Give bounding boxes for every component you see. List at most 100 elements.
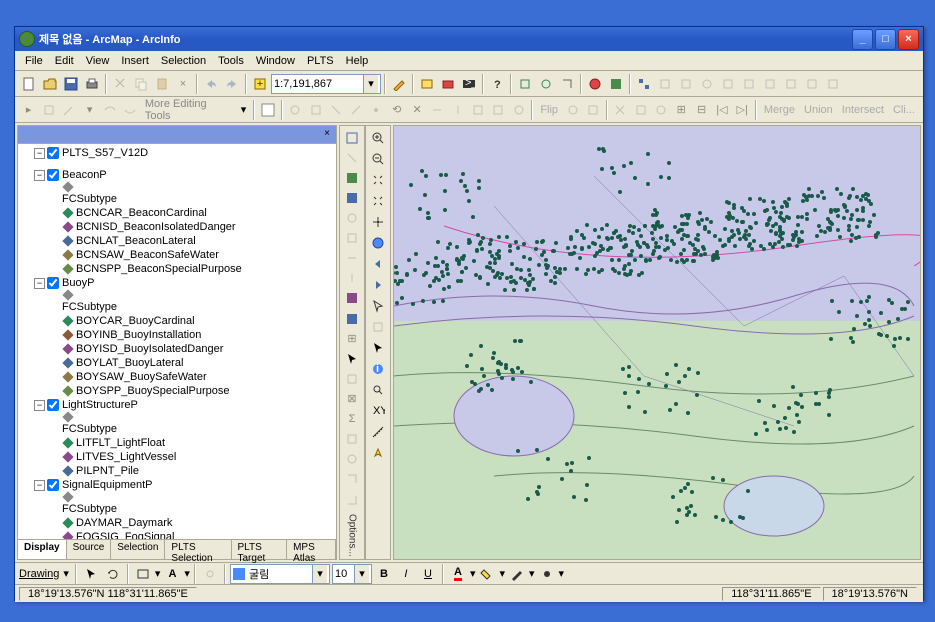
measure-button[interactable]: [368, 422, 388, 442]
tree-toggle[interactable]: −: [34, 480, 45, 491]
layer-label[interactable]: BOYLAT_BuoyLateral: [76, 357, 183, 369]
undo-button[interactable]: [201, 74, 221, 94]
layer-label[interactable]: LITVES_LightVessel: [76, 451, 176, 463]
layer-label[interactable]: BCNLAT_BeaconLateral: [76, 235, 196, 247]
geo-btn-3[interactable]: [651, 100, 670, 120]
vt1-btn-10[interactable]: [342, 309, 362, 328]
edit-btn-d[interactable]: [347, 100, 366, 120]
layer-label[interactable]: BCNISD_BeaconIsolatedDanger: [76, 221, 236, 233]
cut-button[interactable]: [110, 74, 130, 94]
identify-button[interactable]: i: [368, 359, 388, 379]
new-button[interactable]: [19, 74, 39, 94]
edit-btn-i[interactable]: [448, 100, 467, 120]
full-extent-button[interactable]: [368, 233, 388, 253]
open-button[interactable]: [40, 74, 60, 94]
layer-checkbox[interactable]: [47, 147, 59, 159]
arctoolbox-button[interactable]: [438, 74, 458, 94]
vt1-btn-3[interactable]: [342, 168, 362, 187]
edit-btn-e[interactable]: [367, 100, 386, 120]
close-button[interactable]: ×: [898, 29, 919, 50]
edit-btn-l[interactable]: [509, 100, 528, 120]
edit-btn-c[interactable]: [326, 100, 345, 120]
vt1-btn-18[interactable]: [342, 490, 362, 509]
layer-checkbox[interactable]: [47, 479, 59, 491]
map-canvas[interactable]: [393, 125, 921, 560]
font-combo[interactable]: 굴림 ▾: [230, 564, 330, 584]
tab-mps-atlas[interactable]: MPS Atlas: [287, 540, 336, 559]
layer-label[interactable]: BCNSPP_BeaconSpecialPurpose: [76, 263, 242, 275]
toc-close-button[interactable]: ×: [320, 128, 334, 142]
redo-button[interactable]: [222, 74, 242, 94]
add-data-button[interactable]: +: [250, 74, 270, 94]
tab-source[interactable]: Source: [67, 540, 112, 559]
tab-plts-target[interactable]: PLTS Target: [232, 540, 288, 559]
edit-btn-a[interactable]: [286, 100, 305, 120]
rotate-tool[interactable]: [103, 564, 123, 584]
delete-button[interactable]: ×: [173, 74, 193, 94]
vt1-btn-12[interactable]: [342, 369, 362, 388]
marker-color-button[interactable]: [537, 564, 557, 584]
tool-button-8[interactable]: [676, 74, 696, 94]
clear-selection-button[interactable]: [368, 317, 388, 337]
vt1-btn-13[interactable]: ⊠: [342, 389, 362, 408]
tab-plts-selection[interactable]: PLTS Selection: [165, 540, 231, 559]
geo-btn-2[interactable]: [631, 100, 650, 120]
vt1-btn-17[interactable]: [342, 470, 362, 489]
checkbox-toggle[interactable]: [258, 100, 277, 120]
layer-checkbox[interactable]: [47, 277, 59, 289]
layer-label[interactable]: FOGSIG_FogSignal: [76, 531, 174, 539]
tree-toggle[interactable]: −: [34, 278, 45, 289]
vt1-btn-8[interactable]: [342, 269, 362, 288]
vt1-btn-1[interactable]: [342, 128, 362, 147]
tool-button-5[interactable]: [606, 74, 626, 94]
tool-button-14[interactable]: [802, 74, 822, 94]
layer-label[interactable]: FCSubtype: [62, 503, 117, 515]
zoom-in-button[interactable]: [368, 128, 388, 148]
flip-btn-2[interactable]: [583, 100, 602, 120]
rectangle-tool[interactable]: [133, 564, 153, 584]
font-color-button[interactable]: A: [448, 564, 468, 584]
vt1-btn-9[interactable]: [342, 289, 362, 308]
edit-tool-4[interactable]: ▾: [80, 100, 99, 120]
menu-insert[interactable]: Insert: [115, 53, 155, 69]
menu-help[interactable]: Help: [340, 53, 375, 69]
layer-label[interactable]: FCSubtype: [62, 301, 117, 313]
menu-plts[interactable]: PLTS: [301, 53, 340, 69]
tab-display[interactable]: Display: [18, 540, 67, 559]
paste-button[interactable]: [152, 74, 172, 94]
menu-window[interactable]: Window: [250, 53, 301, 69]
more-editing-tools-dropdown[interactable]: More Editing Tools: [141, 98, 236, 122]
vt1-btn-7[interactable]: [342, 249, 362, 268]
edit-tool-1[interactable]: ▸: [19, 100, 38, 120]
edit-tool-6[interactable]: [121, 100, 140, 120]
vt1-btn-11[interactable]: ⊞: [342, 329, 362, 348]
tree-toggle[interactable]: −: [34, 170, 45, 181]
edit-btn-g[interactable]: ✕: [407, 100, 426, 120]
edit-btn-f[interactable]: ⟲: [387, 100, 406, 120]
minimize-button[interactable]: _: [852, 29, 873, 50]
edit-btn-j[interactable]: [468, 100, 487, 120]
tool-button-15[interactable]: [823, 74, 843, 94]
layer-label[interactable]: FCSubtype: [62, 423, 117, 435]
tool-button-12[interactable]: [760, 74, 780, 94]
maximize-button[interactable]: □: [875, 29, 896, 50]
print-button[interactable]: [82, 74, 102, 94]
menu-view[interactable]: View: [80, 53, 116, 69]
zoom-out-button[interactable]: [368, 149, 388, 169]
bold-button[interactable]: B: [374, 564, 394, 584]
layer-label[interactable]: SignalEquipmentP: [62, 479, 153, 491]
menu-selection[interactable]: Selection: [155, 53, 212, 69]
vt1-btn-16[interactable]: [342, 450, 362, 469]
layer-label[interactable]: BOYISD_BuoyIsolatedDanger: [76, 343, 223, 355]
vt1-btn-15[interactable]: [342, 430, 362, 449]
tool-button-3[interactable]: [557, 74, 577, 94]
union-button[interactable]: Union: [800, 104, 837, 116]
intersect-button[interactable]: Intersect: [838, 104, 888, 116]
toc-tree[interactable]: −PLTS_S57_V12D−BeaconPFCSubtypeBCNCAR_Be…: [18, 144, 336, 539]
titlebar[interactable]: 제목 없음 - ArcMap - ArcInfo _ □ ×: [15, 27, 923, 51]
layer-checkbox[interactable]: [47, 169, 59, 181]
fill-color-button[interactable]: [477, 564, 497, 584]
layer-label[interactable]: BeaconP: [62, 169, 107, 181]
fixed-zoom-out-button[interactable]: [368, 191, 388, 211]
underline-button[interactable]: U: [418, 564, 438, 584]
